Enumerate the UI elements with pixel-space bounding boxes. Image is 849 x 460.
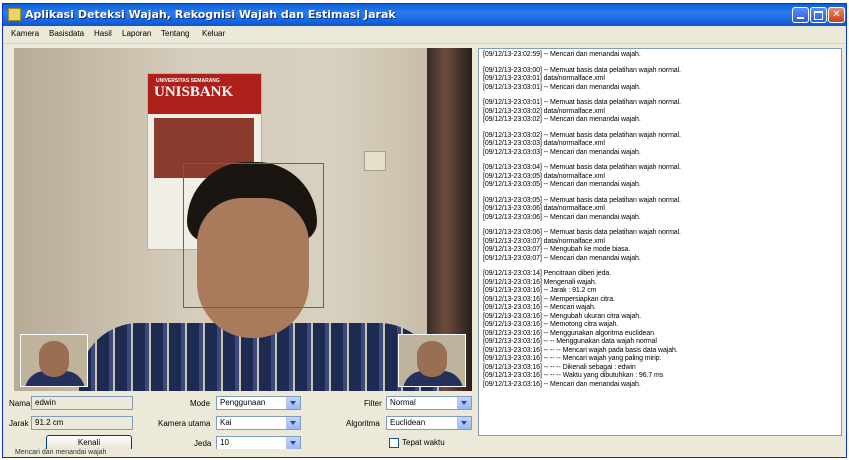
algoritma-select[interactable]: Euclidean (386, 416, 472, 430)
log-line: [09/12/13-23:03:05] data/normalface.xml (483, 172, 605, 180)
nama-field[interactable]: edwin (31, 396, 133, 410)
menu-kamera[interactable]: Kamera (11, 29, 39, 38)
jeda-select[interactable]: 10 (216, 436, 301, 450)
log-line: [09/12/13-23:03:03] -- Mencari dan menan… (483, 148, 641, 156)
log-line: [09/12/13-23:03:16] -- Mencari dan menan… (483, 380, 641, 388)
detected-face-thumbnail (20, 334, 88, 387)
log-line: [09/12/13-23:03:16] -- -- Menggunakan da… (483, 338, 657, 345)
tepat-waktu-label: Tepat waktu (402, 438, 445, 447)
nama-label: Nama (9, 399, 31, 408)
menu-hasil[interactable]: Hasil (94, 29, 112, 38)
window-title: Aplikasi Deteksi Wajah, Rekognisi Wajah … (25, 8, 396, 21)
log-gap (483, 190, 837, 197)
log-gap (483, 92, 837, 99)
chevron-down-icon (286, 417, 300, 429)
log-line: [09/12/13-23:03:00] -- Memuat basis data… (483, 66, 681, 74)
chevron-down-icon (457, 417, 471, 429)
log-line: [09/12/13-23:03:05] -- Mencari dan menan… (483, 181, 641, 188)
mode-label: Mode (190, 399, 211, 408)
log-line: [09/12/13-23:03:16] -- Menggunakan algor… (483, 329, 654, 337)
log-line: [09/12/13-23:02:59] -- Mencari dan menan… (483, 51, 641, 58)
log-line: [09/12/13-23:03:07] -- Mengubah ke mode … (483, 246, 631, 253)
menu-bar: Kamera Basisdata Hasil Laporan Tentang K… (3, 26, 846, 44)
tepat-waktu-checkbox[interactable] (389, 438, 399, 448)
log-line: [09/12/13-23:03:16] -- -- -- Waktu yang … (483, 372, 664, 379)
log-line: [09/12/13-23:03:07] data/normalface.xml (483, 237, 605, 245)
log-line: [09/12/13-23:03:16] -- Mengubah ukuran c… (483, 312, 641, 320)
log-line: [09/12/13-23:03:06] -- Memuat basis data… (483, 229, 681, 236)
jeda-label: Jeda (194, 439, 212, 448)
log-gap (483, 263, 837, 270)
log-line: [09/12/13-23:03:16] -- Mencari wajah. (483, 304, 596, 311)
maximize-button[interactable] (810, 7, 827, 23)
chevron-down-icon (457, 397, 471, 409)
log-line: [09/12/13-23:03:16] -- -- -- Dikenali se… (483, 363, 636, 371)
mode-value: Penggunaan (220, 398, 266, 407)
log-line: [09/12/13-23:03:02] -- Mencari dan menan… (483, 116, 641, 123)
kamera-utama-select[interactable]: Kai (216, 416, 301, 430)
recognized-face-thumbnail (398, 334, 466, 387)
log-gap (483, 60, 837, 67)
log-line: [09/12/13-23:03:16] -- Mempersiapkan cit… (483, 295, 615, 303)
camera-view[interactable]: UNIVERSITAS SEMARANG UNISBANK (14, 48, 472, 391)
filter-label: Filter (364, 399, 382, 408)
filter-value: Normal (390, 398, 416, 407)
log-gap (483, 125, 837, 132)
face-detection-box (183, 163, 324, 308)
log-line: [09/12/13-23:03:06] data/normalface.xml (483, 205, 605, 212)
jarak-field[interactable]: 91.2 cm (31, 416, 133, 430)
log-line: [09/12/13-23:03:16] -- -- -- Mencari waj… (483, 355, 662, 362)
app-window: Aplikasi Deteksi Wajah, Rekognisi Wajah … (2, 3, 847, 458)
log-line: [09/12/13-23:03:14] Pencitraan diberi je… (483, 270, 612, 277)
maximize-icon (814, 11, 823, 20)
log-line: [09/12/13-23:03:01] -- Memuat basis data… (483, 99, 681, 106)
algoritma-label: Algoritma (346, 419, 380, 428)
log-line: [09/12/13-23:03:16] -- Memotong citra wa… (483, 321, 619, 328)
minimize-icon (797, 17, 804, 19)
wall-switch (364, 151, 386, 171)
menu-keluar[interactable]: Keluar (202, 29, 225, 38)
log-line: [09/12/13-23:03:02] data/normalface.xml (483, 107, 605, 115)
log-line: [09/12/13-23:03:05] -- Memuat basis data… (483, 196, 681, 204)
log-line: [09/12/13-23:03:03] data/normalface.xml (483, 140, 605, 147)
title-bar[interactable]: Aplikasi Deteksi Wajah, Rekognisi Wajah … (3, 4, 846, 26)
log-line: [09/12/13-23:03:16] -- -- -- Mencari waj… (483, 346, 678, 354)
kamera-utama-label: Kamera utama (158, 419, 211, 428)
menu-laporan[interactable]: Laporan (122, 29, 151, 38)
chevron-down-icon (286, 437, 300, 449)
client-area: UNIVERSITAS SEMARANG UNISBANK [09/12/13-… (6, 44, 845, 457)
log-line: [09/12/13-23:03:02] -- Memuat basis data… (483, 131, 681, 139)
log-line: [09/12/13-23:03:06] -- Mencari dan menan… (483, 213, 641, 221)
close-icon: ✕ (832, 9, 841, 20)
log-gap (483, 157, 837, 164)
log-gap (483, 222, 837, 229)
status-text: Mencari dan menandai wajah (15, 449, 107, 456)
chevron-down-icon (286, 397, 300, 409)
close-button[interactable]: ✕ (828, 7, 845, 23)
log-line: [09/12/13-23:03:16] -- Jarak : 91.2 cm (483, 287, 597, 294)
poster-line2: UNISBANK (154, 84, 234, 100)
jarak-label: Jarak (9, 419, 29, 428)
log-line: [09/12/13-23:03:04] -- Memuat basis data… (483, 164, 681, 171)
minimize-button[interactable] (792, 7, 809, 23)
mode-select[interactable]: Penggunaan (216, 396, 301, 410)
log-line: [09/12/13-23:03:01] -- Mencari dan menan… (483, 83, 641, 91)
menu-basisdata[interactable]: Basisdata (49, 29, 84, 38)
filter-select[interactable]: Normal (386, 396, 472, 410)
algoritma-value: Euclidean (390, 418, 426, 427)
log-line: [09/12/13-23:03:01] data/normalface.xml (483, 75, 605, 82)
log-panel[interactable]: [09/12/13-23:02:59] -- Mencari dan menan… (478, 48, 842, 436)
status-bar: Mencari dan menandai wajah (3, 449, 846, 457)
log-line: [09/12/13-23:03:16] Mengenali wajah. (483, 278, 597, 286)
log-line: [09/12/13-23:03:07] -- Mencari dan menan… (483, 254, 641, 262)
app-icon (8, 8, 21, 21)
menu-tentang[interactable]: Tentang (161, 29, 189, 38)
kamera-utama-value: Kai (220, 418, 232, 427)
jeda-value: 10 (220, 438, 229, 447)
